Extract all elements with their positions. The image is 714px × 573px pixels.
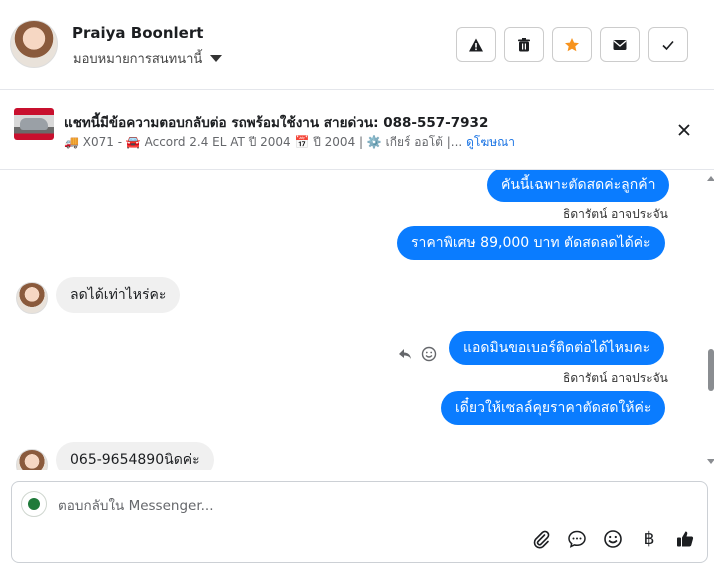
contact-avatar-small[interactable] <box>16 282 48 314</box>
scroll-down-arrow[interactable] <box>707 459 714 464</box>
star-button[interactable] <box>552 27 592 62</box>
message-sender: ธิดารัตน์ อาจประจัน <box>563 207 668 221</box>
smiley-icon <box>604 530 622 548</box>
message-sender: ธิดารัตน์ อาจประจัน <box>563 371 668 385</box>
contact-name[interactable]: Praiya Boonlert <box>72 24 203 42</box>
scrollbar-thumb[interactable] <box>708 349 714 391</box>
contact-avatar-small[interactable] <box>16 449 48 470</box>
message-actions <box>397 346 437 362</box>
scroll-up-arrow[interactable] <box>707 176 714 181</box>
saved-replies-button[interactable] <box>566 528 588 550</box>
thumbs-up-icon <box>677 531 694 547</box>
ad-subtitle: 🚚 X071 - 🚘 Accord 2.4 EL AT ปี 2004 📅 ปี… <box>64 133 515 152</box>
outgoing-message[interactable]: ราคาพิเศษ 89,000 บาท ตัดสดลดได้ค่ะ <box>397 226 665 260</box>
close-icon[interactable] <box>674 120 694 140</box>
warning-icon <box>469 38 483 51</box>
paperclip-icon <box>533 530 550 549</box>
assign-conversation-dropdown[interactable]: มอบหมายการสนทนานี้ <box>73 48 223 69</box>
star-icon <box>565 37 579 51</box>
checkmark-icon <box>662 40 674 50</box>
chat-bubble-icon <box>568 530 586 548</box>
outgoing-message[interactable]: แอดมินขอเบอร์ติดต่อได้ไหมคะ <box>449 331 665 365</box>
page-avatar <box>21 491 47 517</box>
attach-button[interactable] <box>530 528 552 550</box>
baht-icon: ฿ <box>643 529 655 549</box>
composer-toolbar: ฿ <box>530 528 696 550</box>
conversation-header: Praiya Boonlert มอบหมายการสนทนานี้ <box>0 0 714 90</box>
ad-reference-bar: แชทนี้มีข้อความตอบกลับต่อ รถพร้อมใช้งาน … <box>0 90 714 170</box>
view-ad-link[interactable]: ดูโฆษณา <box>466 135 515 149</box>
message-composer: ฿ <box>11 481 708 563</box>
report-spam-button[interactable] <box>456 27 496 62</box>
reply-icon[interactable] <box>397 346 413 362</box>
trash-icon <box>518 37 530 51</box>
incoming-message[interactable]: 065-9654890นิดค่ะ <box>56 442 214 470</box>
ad-title: แชทนี้มีข้อความตอบกลับต่อ รถพร้อมใช้งาน … <box>64 115 489 131</box>
outgoing-message[interactable]: เดี๋ยวให้เซลล์คุยราคาตัดสดให้ค่ะ <box>441 391 666 425</box>
ad-thumbnail[interactable] <box>14 108 54 140</box>
mark-unread-button[interactable] <box>600 27 640 62</box>
assign-label: มอบหมายการสนทนานี้ <box>73 52 203 67</box>
envelope-icon <box>613 39 627 50</box>
emoji-button[interactable] <box>602 528 624 550</box>
incoming-message[interactable]: ลดได้เท่าไหร่คะ <box>56 277 181 313</box>
outgoing-message[interactable]: คันนี้เฉพาะตัดสดค่ะลูกค้า <box>487 170 670 202</box>
delete-button[interactable] <box>504 27 544 62</box>
message-thread[interactable]: คันนี้เฉพาะตัดสดค่ะลูกค้า ธิดารัตน์ อาจป… <box>0 170 714 470</box>
reply-input[interactable] <box>58 496 658 516</box>
mark-done-button[interactable] <box>648 27 688 62</box>
payment-button[interactable]: ฿ <box>638 528 660 550</box>
ad-details: 🚚 X071 - 🚘 Accord 2.4 EL AT ปี 2004 📅 ปี… <box>64 135 463 149</box>
emoji-reaction-icon[interactable] <box>421 346 437 362</box>
like-button[interactable] <box>674 528 696 550</box>
contact-avatar[interactable] <box>10 20 58 68</box>
caret-down-icon <box>210 55 223 62</box>
